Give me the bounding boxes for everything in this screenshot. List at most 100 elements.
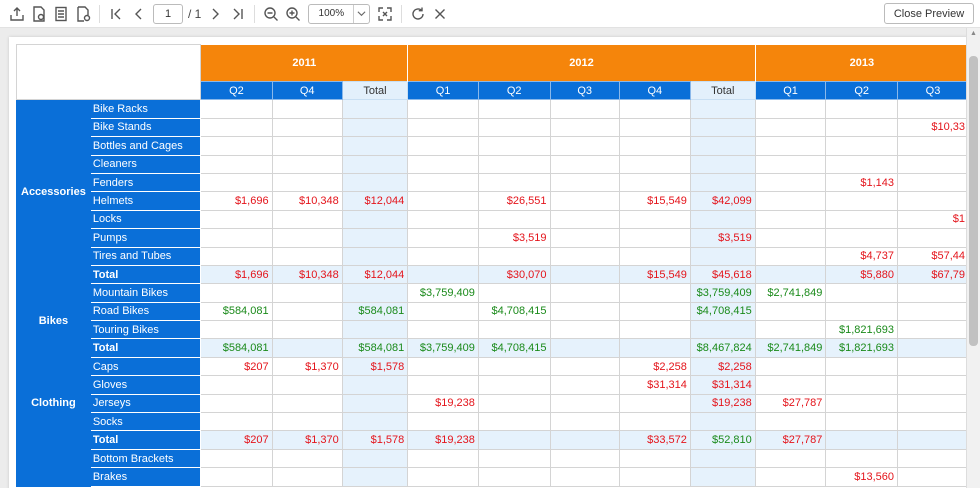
- value-cell: [407, 467, 479, 487]
- value-cell: [341, 393, 409, 414]
- category-header[interactable]: Clothing: [16, 356, 91, 450]
- value-cell: [341, 117, 409, 138]
- export-icon[interactable]: [6, 3, 28, 25]
- value-cell: [477, 356, 551, 377]
- total-column-header[interactable]: Total: [689, 80, 756, 101]
- value-cell: [618, 154, 691, 174]
- zoom-dropdown[interactable]: 100%: [308, 3, 371, 24]
- value-cell: [271, 375, 343, 395]
- zoom-in-icon[interactable]: [282, 3, 304, 25]
- viewer-toolbar: 1 / 1 100% Close Preview: [0, 0, 980, 28]
- subtotal-label[interactable]: Total: [89, 264, 202, 285]
- subcategory-label[interactable]: Fenders: [89, 172, 202, 193]
- quarter-header[interactable]: Q2: [825, 80, 899, 101]
- print-layout-icon[interactable]: [50, 3, 72, 25]
- value-cell: [341, 375, 409, 395]
- subcategory-label[interactable]: Caps: [89, 356, 202, 377]
- scroll-up-icon[interactable]: ▲: [970, 30, 977, 37]
- value-cell: [341, 228, 409, 248]
- subcategory-label[interactable]: Gloves: [89, 375, 202, 395]
- quarter-header[interactable]: Q3: [897, 80, 969, 101]
- year-header[interactable]: 2011: [200, 44, 409, 82]
- value-cell: [407, 191, 479, 211]
- value-cell: $1,821,693: [825, 320, 899, 340]
- total-column-header[interactable]: Total: [341, 80, 409, 101]
- subcategory-label[interactable]: Brakes: [89, 467, 202, 487]
- value-cell: [271, 99, 343, 119]
- value-cell: $31,314: [618, 375, 691, 395]
- value-cell: [897, 412, 969, 432]
- table-row: Accessories Bike Racks: [16, 99, 969, 285]
- subcategory-label[interactable]: Bike Racks: [89, 99, 202, 119]
- previous-page-icon[interactable]: [127, 3, 149, 25]
- subcategory-label[interactable]: Mountain Bikes: [89, 283, 202, 303]
- value-cell: [341, 154, 409, 174]
- quarter-header[interactable]: Q1: [754, 80, 827, 101]
- value-cell: [271, 338, 343, 358]
- chevron-down-icon[interactable]: [353, 4, 369, 23]
- subcategory-label[interactable]: Touring Bikes: [89, 320, 202, 340]
- table-row: Helmets $1,696 $10,348 $12,044 $26,551 $15,54…: [17, 191, 969, 211]
- value-cell: [271, 209, 343, 230]
- zoom-out-icon[interactable]: [260, 3, 282, 25]
- quarter-header[interactable]: Q1: [407, 80, 479, 101]
- subcategory-label[interactable]: Locks: [89, 209, 202, 230]
- scrollbar-thumb[interactable]: [969, 56, 978, 346]
- stop-icon[interactable]: [429, 3, 451, 25]
- page-setup-icon[interactable]: [72, 3, 94, 25]
- category-header[interactable]: Bikes: [16, 283, 91, 358]
- quarter-header[interactable]: Q2: [200, 80, 273, 101]
- fit-page-icon[interactable]: [374, 3, 396, 25]
- value-cell: $1,578: [341, 356, 409, 377]
- value-cell: [618, 283, 691, 303]
- value-cell: [897, 448, 969, 469]
- value-cell: $1,696: [200, 264, 273, 285]
- value-cell: [341, 99, 409, 119]
- subcategory-label[interactable]: Socks: [89, 412, 202, 432]
- refresh-icon[interactable]: [407, 3, 429, 25]
- value-cell: [200, 136, 273, 156]
- subtotal-label[interactable]: Total: [89, 430, 202, 450]
- vertical-scrollbar[interactable]: ▲: [966, 28, 980, 488]
- value-cell: [689, 246, 756, 266]
- quarter-header[interactable]: Q2: [477, 80, 551, 101]
- value-cell: [407, 136, 479, 156]
- save-document-icon[interactable]: [28, 3, 50, 25]
- subcategory-label[interactable]: Bottom Brackets: [89, 448, 202, 469]
- subcategory-label[interactable]: Jerseys: [89, 393, 202, 414]
- year-header[interactable]: 2013: [755, 44, 969, 82]
- value-cell: [341, 467, 409, 487]
- subcategory-label[interactable]: Bike Stands: [89, 117, 202, 138]
- table-row: Clothing Caps $207 $1,370 $1,578 $2,258 $2,258: [16, 356, 969, 450]
- value-cell: [825, 301, 899, 322]
- subcategory-label[interactable]: Bottles and Cages: [89, 136, 202, 156]
- value-cell: [341, 209, 409, 230]
- value-cell: $15,549: [618, 264, 691, 285]
- subtotal-label[interactable]: Total: [89, 338, 202, 358]
- subcategory-label[interactable]: Cleaners: [89, 154, 202, 174]
- quarter-header[interactable]: Q4: [271, 80, 343, 101]
- quarter-header[interactable]: Q3: [549, 80, 620, 101]
- category-header[interactable]: [16, 448, 91, 487]
- category-header[interactable]: Accessories: [16, 99, 91, 285]
- value-cell: $57,44: [897, 246, 969, 266]
- next-page-icon[interactable]: [205, 3, 227, 25]
- value-cell: [271, 172, 343, 193]
- subcategory-label[interactable]: Road Bikes: [89, 301, 202, 322]
- value-cell: [754, 467, 827, 487]
- value-cell: [341, 172, 409, 193]
- subcategory-label[interactable]: Helmets: [89, 191, 202, 211]
- last-page-icon[interactable]: [227, 3, 249, 25]
- value-cell: [897, 320, 969, 340]
- year-header[interactable]: 2012: [407, 44, 756, 82]
- value-cell: [618, 301, 691, 322]
- value-cell: [754, 117, 827, 138]
- close-preview-button[interactable]: Close Preview: [884, 3, 974, 24]
- subcategory-label[interactable]: Pumps: [89, 228, 202, 248]
- page-number-input[interactable]: 1: [153, 3, 183, 24]
- subcategory-label[interactable]: Tires and Tubes: [89, 246, 202, 266]
- first-page-icon[interactable]: [105, 3, 127, 25]
- quarter-header[interactable]: Q4: [618, 80, 691, 101]
- value-cell: $1,821,693: [825, 338, 899, 358]
- value-cell: $207: [200, 356, 273, 377]
